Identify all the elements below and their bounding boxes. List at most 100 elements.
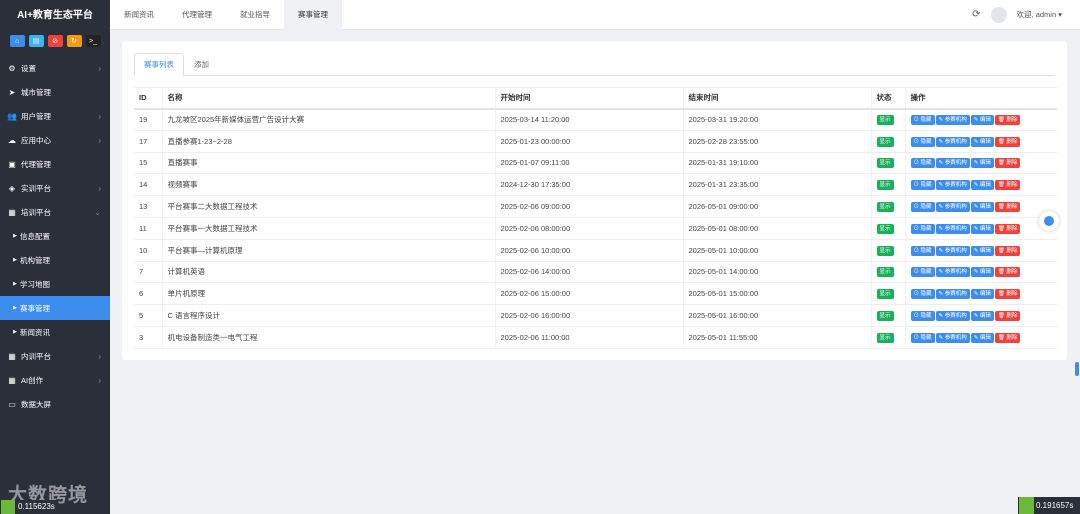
hide-button[interactable]: ⊙ 隐藏 xyxy=(910,223,935,234)
org-button[interactable]: ✎ 参赛机构 xyxy=(935,332,970,343)
top-tab[interactable]: 代理管理 xyxy=(168,0,226,30)
cell-id: 6 xyxy=(134,282,162,306)
sidebar-item[interactable]: ⚙ 设置 › xyxy=(0,56,110,80)
scrollbar[interactable] xyxy=(1075,362,1079,376)
edit-button[interactable]: ✎ 编辑 xyxy=(970,136,994,147)
top-tab[interactable]: 新闻资讯 xyxy=(110,0,168,30)
sub-tab[interactable]: 赛事列表 xyxy=(134,53,184,76)
cell-actions: ⊙ 隐藏 ✎ 参赛机构 ✎ 编辑 🗑 删除 xyxy=(904,108,1057,131)
hide-button[interactable]: ⊙ 隐藏 xyxy=(910,245,935,256)
sidebar-item-label: 机构管理 xyxy=(20,255,50,265)
delete-button[interactable]: 🗑 删除 xyxy=(994,158,1021,169)
sidebar-item[interactable]: ▶ 赛事管理 xyxy=(0,296,110,320)
terminal-icon[interactable]: >_ xyxy=(85,35,101,47)
edit-button-label: 编辑 xyxy=(979,269,991,276)
edit-button[interactable]: ✎ 编辑 xyxy=(970,245,994,256)
hide-button-label: 隐藏 xyxy=(920,117,932,124)
cell-actions: ⊙ 隐藏 ✎ 参赛机构 ✎ 编辑 🗑 删除 xyxy=(904,217,1057,240)
gear-icon: ⚙ xyxy=(8,63,16,73)
edit-button[interactable]: ✎ 编辑 xyxy=(970,180,994,191)
delete-button[interactable]: 🗑 删除 xyxy=(994,136,1021,147)
edit-button[interactable]: ✎ 编辑 xyxy=(970,289,994,300)
sidebar-item[interactable]: ▦ AI创作 › xyxy=(0,368,110,392)
sidebar-item[interactable]: ➤ 城市管理 xyxy=(0,80,110,104)
org-button[interactable]: ✎ 参赛机构 xyxy=(935,311,970,322)
monitor-icon: ▭ xyxy=(8,399,16,409)
chat-bubble-icon[interactable] xyxy=(1039,211,1059,231)
org-button[interactable]: ✎ 参赛机构 xyxy=(935,202,970,213)
delete-button[interactable]: 🗑 删除 xyxy=(994,332,1021,343)
top-tab[interactable]: 就业指导 xyxy=(226,0,284,30)
delete-button[interactable]: 🗑 删除 xyxy=(994,245,1021,256)
avatar[interactable] xyxy=(990,6,1007,23)
hide-button-label: 隐藏 xyxy=(920,291,932,298)
cell-start: 2025-01-07 09:11:00 xyxy=(494,152,683,175)
cell-status: 显示 xyxy=(870,326,905,349)
hide-button[interactable]: ⊙ 隐藏 xyxy=(910,311,935,322)
sidebar-item[interactable]: ▣ 代理管理 xyxy=(0,152,110,176)
hide-button[interactable]: ⊙ 隐藏 xyxy=(910,136,935,147)
refresh-icon[interactable]: ⟳ xyxy=(972,9,980,20)
home-icon[interactable]: ⌂ xyxy=(9,35,25,47)
sub-tab[interactable]: 添加 xyxy=(184,53,219,76)
org-button[interactable]: ✎ 参赛机构 xyxy=(935,136,970,147)
sidebar-item[interactable]: 👥 用户管理 › xyxy=(0,104,110,128)
hide-button[interactable]: ⊙ 隐藏 xyxy=(910,332,935,343)
org-button[interactable]: ✎ 参赛机构 xyxy=(935,289,970,300)
delete-button[interactable]: 🗑 删除 xyxy=(994,180,1021,191)
org-button[interactable]: ✎ 参赛机构 xyxy=(935,267,970,278)
edit-button[interactable]: ✎ 编辑 xyxy=(970,115,994,126)
sidebar-item[interactable]: ▦ 培训平台 ⌄ xyxy=(0,200,110,224)
hide-button[interactable]: ⊙ 隐藏 xyxy=(910,158,935,169)
delete-button[interactable]: 🗑 删除 xyxy=(994,223,1021,234)
sidebar-item[interactable]: ▦ 内训平台 › xyxy=(0,344,110,368)
users-icon: 👥 xyxy=(7,111,17,121)
user-menu[interactable]: 欢迎, admin ▾ xyxy=(1017,9,1062,20)
sidebar-item[interactable]: ▶ 机构管理 xyxy=(0,248,110,272)
sidebar-item[interactable]: ▶ 学习地图 xyxy=(0,272,110,296)
hide-button[interactable]: ⊙ 隐藏 xyxy=(910,202,935,213)
refresh-icon[interactable]: ↻ xyxy=(66,35,82,47)
stop-icon[interactable]: ⊘ xyxy=(47,35,63,47)
document-icon[interactable]: ▤ xyxy=(28,35,44,47)
cell-status: 显示 xyxy=(870,304,905,327)
delete-button[interactable]: 🗑 删除 xyxy=(994,115,1021,126)
edit-button[interactable]: ✎ 编辑 xyxy=(970,202,994,213)
edit-button-label: 编辑 xyxy=(979,204,991,211)
edit-button[interactable]: ✎ 编辑 xyxy=(970,223,994,234)
edit-button[interactable]: ✎ 编辑 xyxy=(970,332,994,343)
hide-button[interactable]: ⊙ 隐藏 xyxy=(910,180,935,191)
org-button[interactable]: ✎ 参赛机构 xyxy=(935,223,970,234)
cell-actions: ⊙ 隐藏 ✎ 参赛机构 ✎ 编辑 🗑 删除 xyxy=(904,173,1057,197)
org-button[interactable]: ✎ 参赛机构 xyxy=(935,180,970,191)
eye-icon: ⊙ xyxy=(913,225,921,232)
delete-button-label: 删除 xyxy=(1006,117,1018,124)
delete-button[interactable]: 🗑 删除 xyxy=(994,289,1021,300)
cell-start: 2024-12-30 17:35:00 xyxy=(494,173,683,197)
hide-button[interactable]: ⊙ 隐藏 xyxy=(910,267,935,278)
delete-button-label: 删除 xyxy=(1006,225,1018,232)
org-button[interactable]: ✎ 参赛机构 xyxy=(935,158,970,169)
hide-button[interactable]: ⊙ 隐藏 xyxy=(910,115,935,126)
delete-button[interactable]: 🗑 删除 xyxy=(994,311,1021,322)
sidebar-item[interactable]: ◈ 实训平台 › xyxy=(0,176,110,200)
sidebar-item[interactable]: ▶ 信息配置 xyxy=(0,224,110,248)
top-tab[interactable]: 赛事管理 xyxy=(284,0,342,30)
delete-button[interactable]: 🗑 删除 xyxy=(994,202,1021,213)
sidebar-item[interactable]: ☁ 应用中心 › xyxy=(0,128,110,152)
delete-button-label: 删除 xyxy=(1006,334,1018,341)
edit-button[interactable]: ✎ 编辑 xyxy=(970,267,994,278)
grid-icon: ▦ xyxy=(8,207,16,217)
hide-button[interactable]: ⊙ 隐藏 xyxy=(910,289,935,300)
cell-start: 2025-02-06 14:00:00 xyxy=(494,261,683,284)
edit-button[interactable]: ✎ 编辑 xyxy=(970,311,994,322)
edit-button[interactable]: ✎ 编辑 xyxy=(970,158,994,169)
eye-icon: ⊙ xyxy=(913,204,921,211)
org-button[interactable]: ✎ 参赛机构 xyxy=(935,245,970,256)
sidebar-item[interactable]: ▭ 数据大屏 xyxy=(0,392,110,416)
table-row: 13 平台赛事二大数据工程技术 2025-02-06 09:00:00 2026-05… xyxy=(134,195,1057,218)
delete-button[interactable]: 🗑 删除 xyxy=(994,267,1021,278)
sidebar-item[interactable]: ▶ 新闻资讯 xyxy=(0,320,110,344)
content-panel: 赛事列表 添加 ID 名称 开始时间 结束时间 状态 操作 19 九龙坡区2025年新媒体运营… xyxy=(122,41,1067,360)
org-button[interactable]: ✎ 参赛机构 xyxy=(935,115,970,126)
